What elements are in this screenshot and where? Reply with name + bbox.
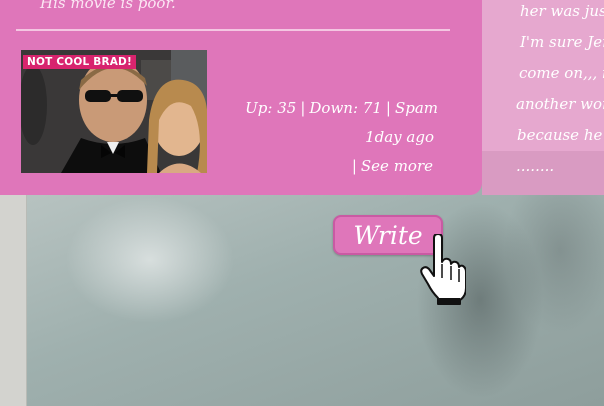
see-more-link[interactable]: See more	[361, 157, 433, 175]
down-count: 71	[362, 99, 382, 117]
up-count: 35	[277, 99, 297, 117]
left-edge-strip	[0, 195, 27, 406]
vote-row: Up: 35 | Down: 71 | Spam	[245, 99, 438, 117]
hand-pointer-cursor-icon	[420, 234, 466, 305]
previous-comment-text: His movie is poor.	[40, 0, 176, 12]
divider	[16, 29, 450, 31]
side-comment-line: I'm sure Jenni	[520, 33, 604, 51]
side-comment-panel: her was just a I'm sure Jenni come on,,,…	[482, 0, 604, 195]
thumbnail-caption: NOT COOL BRAD!	[23, 55, 136, 69]
vote-up-link[interactable]: Up: 35	[245, 99, 296, 117]
post-thumbnail[interactable]: NOT COOL BRAD!	[21, 50, 207, 173]
side-comment-line: ........	[516, 157, 555, 175]
spam-link[interactable]: Spam	[395, 99, 438, 117]
vote-down-link[interactable]: Down: 71	[309, 99, 382, 117]
see-more-row: | See more	[351, 157, 433, 175]
side-comment-line: another woma	[516, 95, 604, 113]
side-comment-line: because he no	[517, 126, 604, 144]
side-comment-line: her was just a	[520, 2, 604, 20]
posted-time: 1day ago	[365, 128, 434, 146]
side-comment-line: come on,,, if	[519, 64, 604, 82]
comment-panel: His movie is poor. NOT COOL BRAD! Up: 35…	[0, 0, 482, 195]
